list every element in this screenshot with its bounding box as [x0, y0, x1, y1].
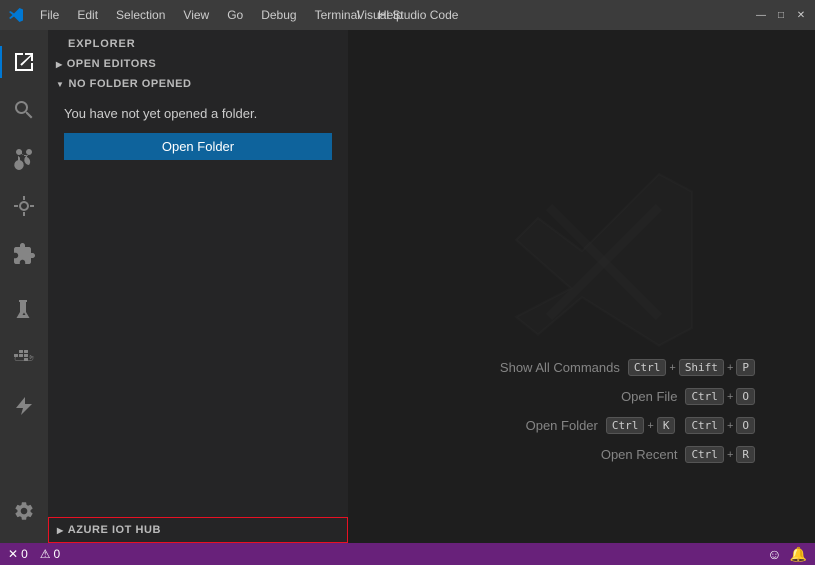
- window-controls: — □ ✕: [755, 9, 807, 21]
- kbd-shift: Shift: [679, 359, 724, 376]
- show-commands-label: Show All Commands: [500, 360, 620, 375]
- menu-debug[interactable]: Debug: [253, 6, 304, 24]
- explorer-header: EXPLORER: [48, 30, 348, 54]
- activity-azure[interactable]: [0, 382, 48, 430]
- title-bar: File Edit Selection View Go Debug Termin…: [0, 0, 815, 30]
- no-folder-section[interactable]: ▼ NO FOLDER OPENED: [48, 74, 348, 94]
- shortcut-open-folder: Open Folder Ctrl + K Ctrl + O: [500, 417, 755, 434]
- open-recent-keys: Ctrl + R: [685, 446, 755, 463]
- azure-iot-hub-panel: ▶ AZURE IOT HUB: [48, 517, 348, 543]
- editor-area: Show All Commands Ctrl + Shift + P Open …: [348, 30, 815, 543]
- open-editors-section[interactable]: ▶ OPEN EDITORS: [48, 54, 348, 74]
- open-file-keys: Ctrl + O: [685, 388, 755, 405]
- shortcut-open-file: Open File Ctrl + O: [500, 388, 755, 405]
- status-bar-left: ✕ 0 ⚠ 0: [8, 547, 60, 561]
- menu-edit[interactable]: Edit: [69, 6, 106, 24]
- activity-flask[interactable]: [0, 286, 48, 334]
- no-folder-label: NO FOLDER OPENED: [68, 78, 191, 90]
- kbd-p: P: [736, 359, 755, 376]
- vscode-watermark: [494, 152, 714, 377]
- warning-count[interactable]: ⚠ 0: [40, 547, 60, 561]
- title-bar-left: File Edit Selection View Go Debug Termin…: [8, 6, 411, 24]
- window-title: Visual Studio Code: [357, 8, 459, 22]
- azure-iot-hub-label: AZURE IOT HUB: [68, 524, 161, 536]
- menu-go[interactable]: Go: [219, 6, 251, 24]
- azure-iot-chevron: ▶: [57, 526, 64, 535]
- activity-search[interactable]: [0, 86, 48, 134]
- open-folder-keys: Ctrl + K Ctrl + O: [606, 417, 755, 434]
- open-recent-label: Open Recent: [601, 447, 678, 462]
- kbd-ctrl2: Ctrl: [685, 388, 724, 405]
- open-editors-label: OPEN EDITORS: [67, 58, 157, 70]
- close-button[interactable]: ✕: [795, 9, 807, 21]
- azure-iot-hub-header[interactable]: ▶ AZURE IOT HUB: [49, 518, 347, 542]
- sidebar: EXPLORER ▶ OPEN EDITORS ▼ NO FOLDER OPEN…: [48, 30, 348, 543]
- shortcuts-panel: Show All Commands Ctrl + Shift + P Open …: [500, 359, 755, 463]
- error-count[interactable]: ✕ 0: [8, 547, 28, 561]
- menu-bar: File Edit Selection View Go Debug Termin…: [32, 6, 411, 24]
- activity-bar: [0, 30, 48, 543]
- activity-source-control[interactable]: [0, 134, 48, 182]
- activity-debug[interactable]: [0, 182, 48, 230]
- main-content: EXPLORER ▶ OPEN EDITORS ▼ NO FOLDER OPEN…: [0, 30, 815, 543]
- menu-selection[interactable]: Selection: [108, 6, 173, 24]
- minimize-button[interactable]: —: [755, 9, 767, 21]
- kbd-ctrl5: Ctrl: [685, 446, 724, 463]
- no-folder-chevron: ▼: [56, 80, 64, 89]
- error-icon: ✕: [8, 547, 18, 561]
- status-bar: ✕ 0 ⚠ 0 ☺ 🔔: [0, 543, 815, 565]
- smiley-icon[interactable]: ☺: [767, 546, 781, 562]
- activity-extensions[interactable]: [0, 230, 48, 278]
- kbd-o2: O: [736, 417, 755, 434]
- maximize-button[interactable]: □: [775, 9, 787, 21]
- menu-file[interactable]: File: [32, 6, 67, 24]
- activity-docker[interactable]: [0, 334, 48, 382]
- settings-icon[interactable]: [0, 487, 48, 535]
- no-folder-content: You have not yet opened a folder. Open F…: [48, 94, 348, 172]
- kbd-ctrl3: Ctrl: [606, 417, 645, 434]
- open-folder-label: Open Folder: [526, 418, 598, 433]
- activity-explorer[interactable]: [0, 38, 48, 86]
- error-count-value: 0: [21, 547, 28, 561]
- kbd-k: K: [657, 417, 676, 434]
- menu-view[interactable]: View: [175, 6, 217, 24]
- shortcut-open-recent: Open Recent Ctrl + R: [500, 446, 755, 463]
- kbd-r: R: [736, 446, 755, 463]
- bell-icon[interactable]: 🔔: [790, 546, 807, 563]
- open-file-label: Open File: [621, 389, 677, 404]
- status-bar-right: ☺ 🔔: [767, 546, 807, 563]
- warning-icon: ⚠: [40, 547, 51, 561]
- open-editors-chevron: ▶: [56, 60, 63, 69]
- no-folder-text: You have not yet opened a folder.: [64, 106, 332, 121]
- show-commands-keys: Ctrl + Shift + P: [628, 359, 755, 376]
- kbd-ctrl4: Ctrl: [685, 417, 724, 434]
- vscode-logo-icon: [8, 7, 24, 23]
- kbd-ctrl: Ctrl: [628, 359, 667, 376]
- shortcut-show-commands: Show All Commands Ctrl + Shift + P: [500, 359, 755, 376]
- open-folder-button[interactable]: Open Folder: [64, 133, 332, 160]
- warning-count-value: 0: [54, 547, 61, 561]
- kbd-o: O: [736, 388, 755, 405]
